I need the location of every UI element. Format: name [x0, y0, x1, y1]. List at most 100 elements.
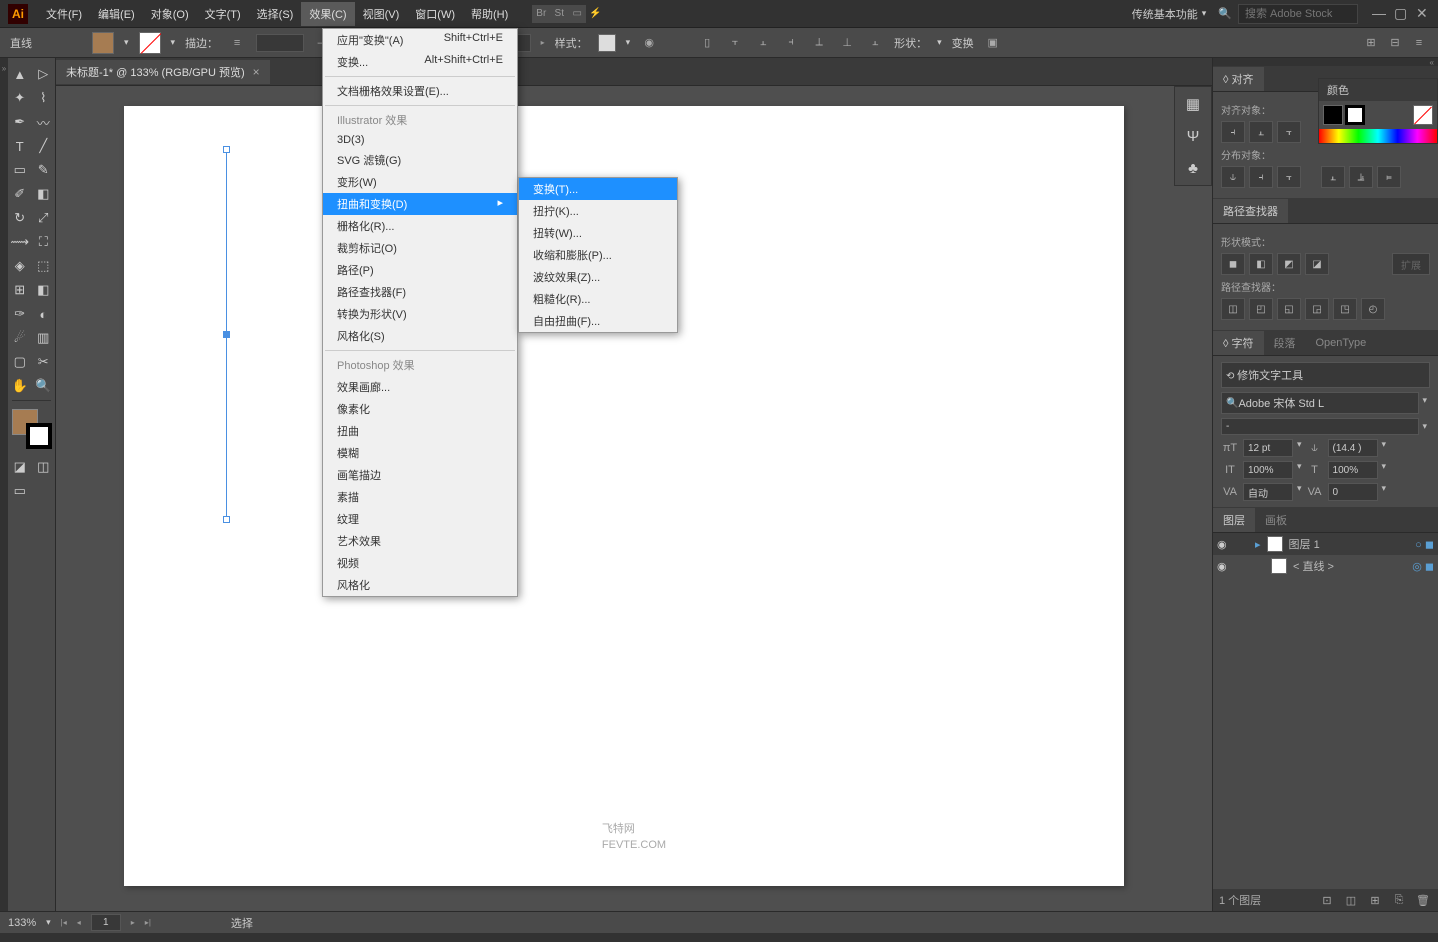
pf-unite-icon[interactable]: ◼: [1221, 253, 1245, 275]
effect-3d[interactable]: 3D(3): [323, 131, 517, 149]
selection-handle-mid[interactable]: [223, 331, 230, 338]
pf-outline-icon[interactable]: ◳: [1333, 298, 1357, 320]
layer-new-icon[interactable]: ⎘: [1390, 891, 1408, 909]
paragraph-tab[interactable]: 段落: [1264, 331, 1306, 355]
pf-merge-icon[interactable]: ◱: [1277, 298, 1301, 320]
visibility-icon[interactable]: ◉: [1217, 560, 1231, 573]
menu-edit[interactable]: 编辑(E): [90, 2, 143, 26]
paintbrush-tool[interactable]: ✎: [32, 158, 56, 182]
sub-pucker[interactable]: 收缩和膨胀(P)...: [519, 244, 677, 266]
artboard-tool[interactable]: ▢: [8, 350, 32, 374]
last-effect[interactable]: 变换...Alt+Shift+Ctrl+E: [323, 51, 517, 73]
font-style-select[interactable]: -: [1221, 418, 1419, 435]
effect-gallery[interactable]: 效果画廊...: [323, 376, 517, 398]
graph-tool[interactable]: ▥: [32, 326, 56, 350]
vscale-input[interactable]: [1243, 461, 1293, 479]
magic-wand-tool[interactable]: ✦: [8, 86, 32, 110]
document-tab[interactable]: 未标题-1* @ 133% (RGB/GPU 预览) ×: [56, 60, 270, 84]
shape-builder-tool[interactable]: ◈: [8, 254, 32, 278]
blend-tool[interactable]: ◐: [32, 302, 56, 326]
dist-1-icon[interactable]: ⫝: [1221, 166, 1245, 188]
line-tool[interactable]: ╱: [32, 134, 56, 158]
nav-next-icon[interactable]: ▸: [131, 918, 135, 927]
effect-convert-shape[interactable]: 转换为形状(V): [323, 303, 517, 325]
draw-mode[interactable]: ◫: [32, 455, 56, 479]
effect-pixelate[interactable]: 像素化: [323, 398, 517, 420]
effect-video[interactable]: 视频: [323, 552, 517, 574]
pf-divide-icon[interactable]: ◫: [1221, 298, 1245, 320]
hscale-input[interactable]: [1328, 461, 1378, 479]
width-tool[interactable]: ⟿: [8, 230, 32, 254]
tab-close-icon[interactable]: ×: [253, 65, 260, 79]
screen-mode[interactable]: ▭: [8, 479, 32, 503]
sub-roughen[interactable]: 粗糙化(R)...: [519, 288, 677, 310]
effect-warp[interactable]: 变形(W): [323, 171, 517, 193]
dock-brushes-icon[interactable]: Ψ: [1182, 125, 1204, 147]
eyedropper-tool[interactable]: ✑: [8, 302, 32, 326]
hand-tool[interactable]: ✋: [8, 374, 32, 398]
pf-subtract-icon[interactable]: ◧: [1249, 253, 1273, 275]
color-swatches[interactable]: [12, 409, 52, 449]
menu-type[interactable]: 文字(T): [197, 2, 249, 26]
layer-sub-icon[interactable]: ⊞: [1366, 891, 1384, 909]
opt-menu-icon[interactable]: ≡: [1410, 34, 1428, 52]
close-button[interactable]: ✕: [1416, 7, 1430, 21]
rotate-tool[interactable]: ↻: [8, 206, 32, 230]
menu-help[interactable]: 帮助(H): [463, 2, 516, 26]
shaper-tool[interactable]: ✐: [8, 182, 32, 206]
font-family-select[interactable]: 🔍 Adobe 宋体 Std L: [1221, 392, 1419, 414]
artboard-num-input[interactable]: [91, 914, 121, 931]
effect-stylize-ps[interactable]: 风格化: [323, 574, 517, 596]
pen-tool[interactable]: ✒: [8, 110, 32, 134]
gpu-icon[interactable]: ⚡: [586, 5, 604, 23]
effect-brush-strokes[interactable]: 画笔描边: [323, 464, 517, 486]
dist-2-icon[interactable]: ⫞: [1249, 166, 1273, 188]
menu-file[interactable]: 文件(F): [38, 2, 90, 26]
pathfinder-tab[interactable]: 路径查找器: [1213, 199, 1288, 223]
zoom-tool[interactable]: 🔍: [32, 374, 56, 398]
dist-5-icon[interactable]: ⫡: [1349, 166, 1373, 188]
layer-name[interactable]: 图层 1: [1289, 536, 1320, 552]
selection-handle-top[interactable]: [223, 146, 230, 153]
pf-minus-icon[interactable]: ◴: [1361, 298, 1385, 320]
artboards-tab[interactable]: 画板: [1255, 508, 1297, 532]
layers-tab[interactable]: 图层: [1213, 508, 1255, 532]
align-ico6[interactable]: ⊥: [838, 34, 856, 52]
effect-blur[interactable]: 模糊: [323, 442, 517, 464]
align-ico7[interactable]: ⫠: [866, 34, 884, 52]
visibility-icon[interactable]: ◉: [1217, 538, 1231, 551]
color-spectrum[interactable]: [1319, 129, 1437, 143]
menu-object[interactable]: 对象(O): [143, 2, 197, 26]
curvature-tool[interactable]: 〰: [32, 110, 56, 134]
pf-intersect-icon[interactable]: ◩: [1277, 253, 1301, 275]
sub-transform[interactable]: 变换(T)...: [519, 178, 677, 200]
nav-prev-icon[interactable]: ◂: [77, 918, 81, 927]
opt-r1-icon[interactable]: ⊞: [1362, 34, 1380, 52]
color-stroke-box[interactable]: [1345, 105, 1365, 125]
perspective-tool[interactable]: ⬚: [32, 254, 56, 278]
menu-view[interactable]: 视图(V): [355, 2, 408, 26]
stroke-color[interactable]: [26, 423, 52, 449]
dock-libraries-icon[interactable]: ▦: [1182, 93, 1204, 115]
touch-type-button[interactable]: ⟲ 修饰文字工具: [1221, 362, 1430, 388]
bridge-icon[interactable]: Br: [532, 5, 550, 23]
recolor-icon[interactable]: ◉: [640, 34, 658, 52]
kerning-input[interactable]: [1243, 483, 1293, 501]
free-transform-tool[interactable]: ⛶: [32, 230, 56, 254]
align-ico4[interactable]: ⫞: [782, 34, 800, 52]
effect-sketch[interactable]: 素描: [323, 486, 517, 508]
layer-row-1[interactable]: ◉ ▸ 图层 1 ○ ◼: [1213, 533, 1438, 555]
sub-rotate[interactable]: 扭转(W)...: [519, 222, 677, 244]
sub-free-distort[interactable]: 自由扭曲(F)...: [519, 310, 677, 332]
tracking-input[interactable]: [1328, 483, 1378, 501]
align-ico1[interactable]: ▯: [698, 34, 716, 52]
nav-first-icon[interactable]: |◂: [61, 918, 67, 927]
workspace-selector[interactable]: 传统基本功能▾: [1126, 4, 1213, 24]
menu-window[interactable]: 窗口(W): [407, 2, 463, 26]
lasso-tool[interactable]: ⌇: [32, 86, 56, 110]
search-stock-input[interactable]: [1238, 4, 1358, 24]
color-tab[interactable]: 颜色: [1319, 79, 1437, 101]
maximize-button[interactable]: ▢: [1394, 7, 1408, 21]
arrange-icon[interactable]: ▭: [568, 5, 586, 23]
effect-pathfinder[interactable]: 路径查找器(F): [323, 281, 517, 303]
